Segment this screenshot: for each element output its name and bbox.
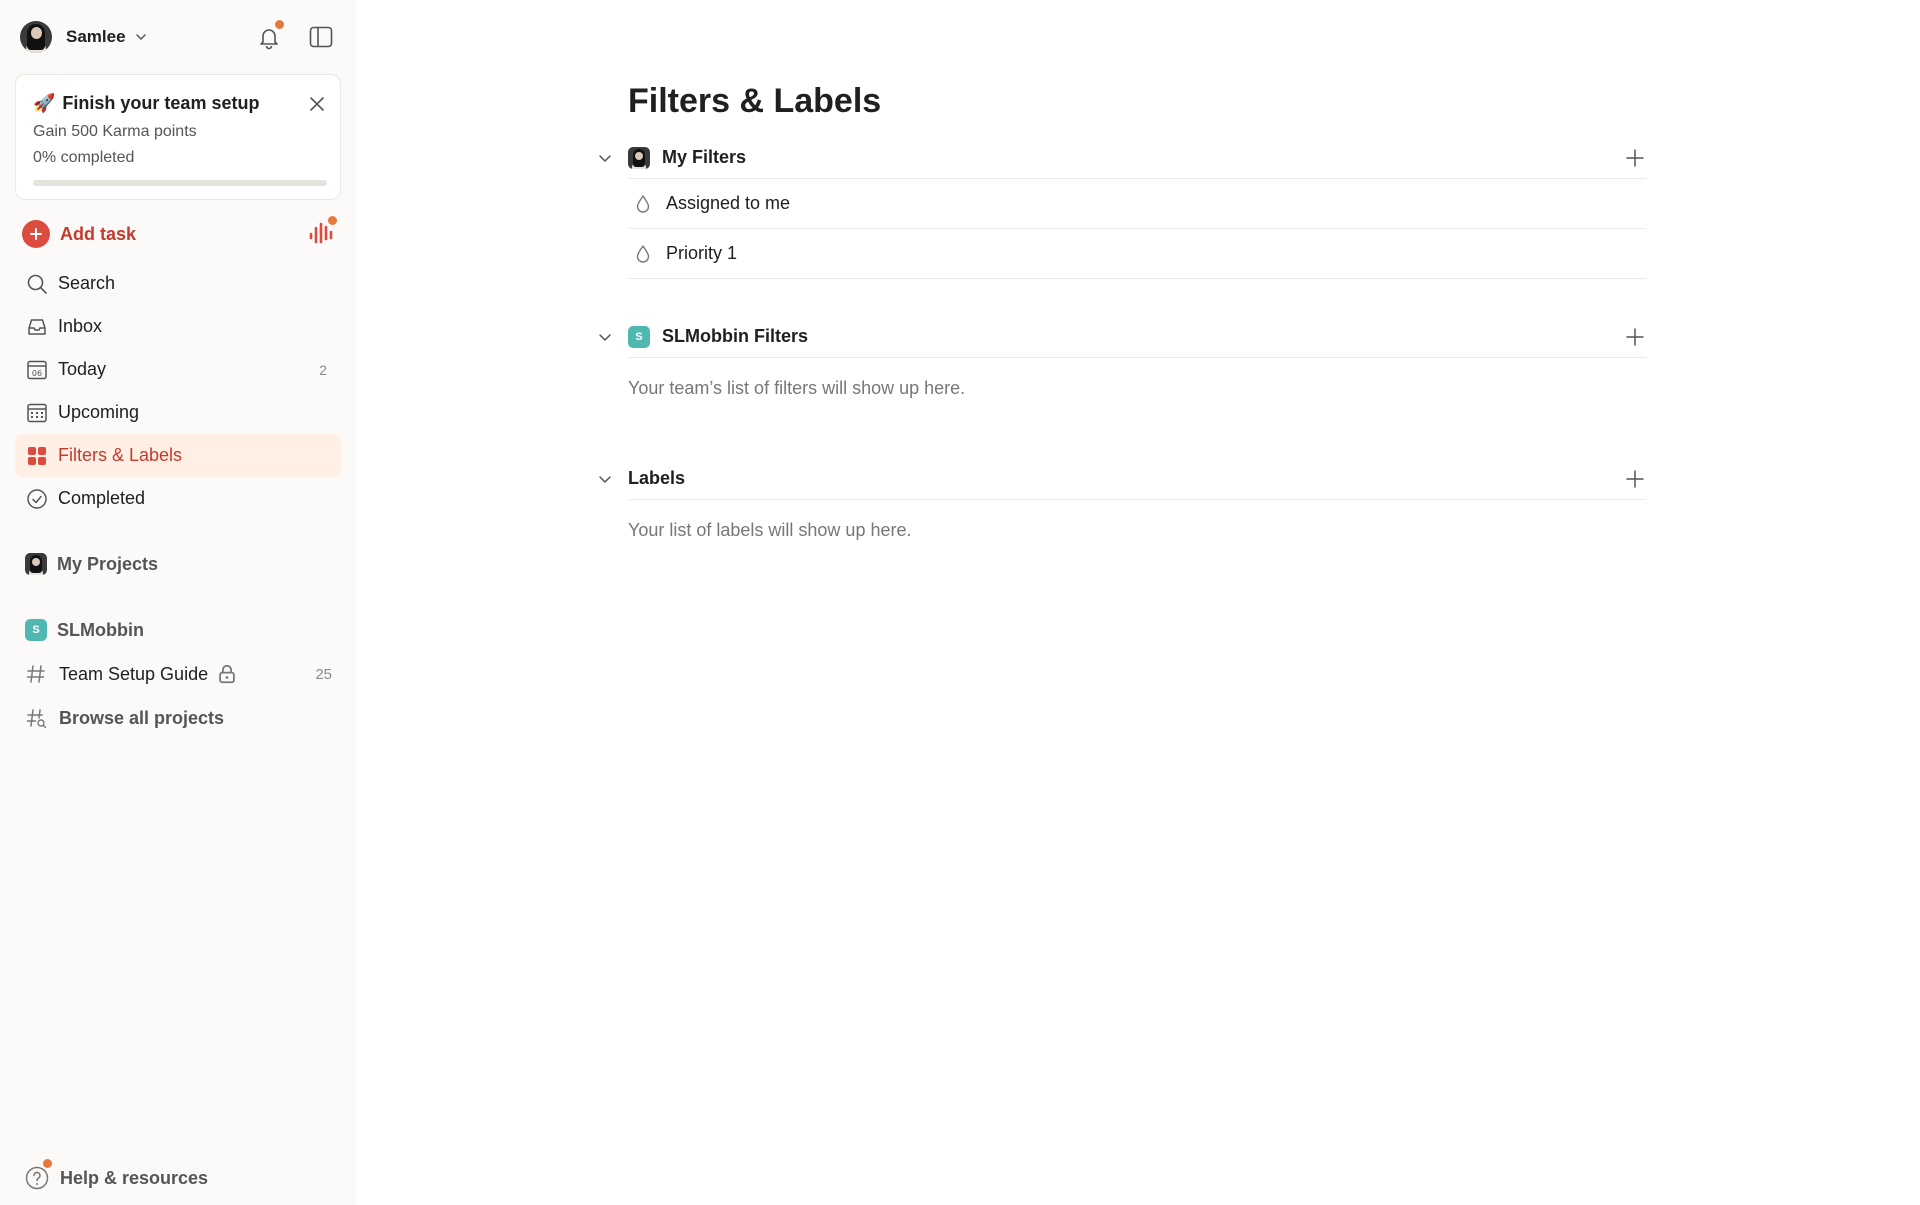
sidebar-item-completed[interactable]: Completed: [15, 477, 341, 520]
section-title: Labels: [628, 468, 686, 488]
sidebar-item-filters-labels[interactable]: Filters & Labels: [15, 434, 341, 477]
filter-item-priority-1[interactable]: Priority 1: [628, 229, 1646, 279]
project-label: Team Setup Guide: [59, 663, 209, 684]
team-setup-card[interactable]: 🚀 Finish your team setup Gain 500 Karma …: [15, 74, 341, 200]
rocket-icon: 🚀: [33, 93, 56, 113]
browse-projects-icon: [26, 709, 47, 729]
close-icon[interactable]: [306, 93, 328, 115]
sidebar-item-inbox[interactable]: Inbox: [15, 305, 341, 348]
search-icon: [27, 274, 47, 294]
user-name: Samlee: [66, 27, 126, 46]
page-title: Filters & Labels: [628, 82, 882, 120]
filter-item-assigned-to-me[interactable]: Assigned to me: [628, 179, 1646, 229]
add-filter-icon[interactable]: [1624, 147, 1646, 169]
help-resources-button[interactable]: Help & resources: [24, 1164, 208, 1192]
chevron-down-icon[interactable]: [596, 149, 614, 167]
team-filters-header[interactable]: S SLMobbin Filters: [599, 316, 1646, 358]
avatar: [25, 553, 47, 575]
sidebar-nav: Search Inbox 06 Today 2 Upcoming Filters…: [15, 262, 341, 520]
my-filters-section: My Filters Assigned to me Priority 1: [596, 137, 1646, 279]
notification-dot: [275, 20, 284, 29]
setup-subtitle: Gain 500 Karma points: [33, 123, 197, 140]
main-content: Filters & Labels My Filters Assigned to …: [356, 0, 1920, 1205]
team-header[interactable]: S SLMobbin: [25, 615, 144, 645]
team-filters-section: S SLMobbin Filters Your team’s list of f…: [596, 316, 1646, 399]
sidebar-item-label: Filters & Labels: [58, 445, 183, 465]
sidebar-item-label: Completed: [58, 488, 146, 508]
add-label-icon[interactable]: [1624, 468, 1646, 490]
project-item-team-setup-guide[interactable]: Team Setup Guide 25: [25, 659, 341, 689]
add-task-button[interactable]: Add task: [22, 220, 136, 248]
empty-state-text: Your list of labels will show up here.: [628, 520, 912, 540]
notification-dot: [328, 216, 337, 225]
plus-circle-icon: [22, 220, 50, 248]
user-menu-button[interactable]: Samlee: [20, 20, 148, 54]
notification-dot: [43, 1159, 52, 1168]
sidebar-item-upcoming[interactable]: Upcoming: [15, 391, 341, 434]
sidebar-item-label: Upcoming: [58, 402, 140, 422]
sidebar: Samlee 🚀 Finish your team setup Gain 500…: [0, 0, 356, 1205]
chevron-down-icon: [135, 34, 146, 40]
chevron-down-icon[interactable]: [596, 328, 614, 346]
calendar-today-icon: 06: [27, 360, 47, 379]
check-circle-icon: [27, 488, 47, 509]
browse-all-projects[interactable]: Browse all projects: [25, 703, 341, 733]
avatar: [20, 21, 52, 53]
calendar-grid-icon: [27, 403, 47, 422]
section-title: SLMobbin Filters: [662, 326, 808, 346]
svg-text:06: 06: [32, 369, 42, 378]
sidebar-toggle-icon[interactable]: [308, 24, 334, 50]
inbox-icon: [28, 318, 46, 335]
filter-label: Assigned to me: [666, 193, 791, 213]
help-label: Help & resources: [60, 1167, 209, 1188]
team-badge: S: [628, 325, 650, 348]
team-badge: S: [25, 619, 47, 641]
labels-header[interactable]: Labels: [599, 458, 1646, 500]
filters-grid-icon: [28, 446, 46, 465]
section-title: My Filters: [662, 147, 747, 167]
setup-progress-text: 0% completed: [33, 149, 135, 166]
sidebar-item-label: Today: [58, 359, 107, 379]
avatar: [628, 146, 650, 169]
help-circle-icon: [25, 1166, 49, 1190]
chevron-down-icon[interactable]: [596, 470, 614, 488]
sidebar-item-label: Search: [58, 273, 116, 293]
sidebar-item-search[interactable]: Search: [15, 262, 341, 305]
browse-label: Browse all projects: [59, 707, 225, 728]
task-count: 2: [319, 361, 327, 378]
filter-label: Priority 1: [666, 243, 738, 263]
empty-state-text: Your team’s list of filters will show up…: [628, 378, 966, 398]
drop-icon: [636, 244, 650, 263]
sidebar-item-today[interactable]: 06 Today 2: [15, 348, 341, 391]
my-projects-header[interactable]: My Projects: [25, 549, 158, 579]
team-label: SLMobbin: [57, 619, 144, 640]
setup-progress-bar: [33, 180, 327, 186]
my-filters-header[interactable]: My Filters: [599, 137, 1646, 179]
task-count: 25: [315, 665, 332, 683]
labels-section: Labels Your list of labels will show up …: [596, 458, 1646, 541]
add-filter-icon[interactable]: [1624, 326, 1646, 348]
my-projects-label: My Projects: [57, 553, 159, 574]
lock-icon: [219, 664, 235, 684]
sidebar-item-label: Inbox: [58, 316, 103, 336]
drop-icon: [636, 194, 650, 213]
add-task-label: Add task: [60, 223, 137, 244]
hash-icon: [26, 665, 45, 683]
setup-title: Finish your team setup: [62, 93, 260, 113]
